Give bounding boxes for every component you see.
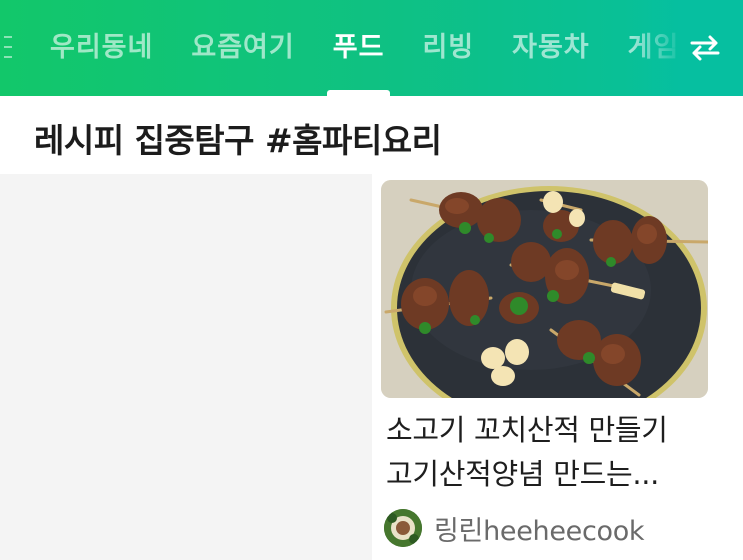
tab-neighborhood[interactable]: 우리동네 bbox=[50, 0, 153, 96]
partial-tab-edge bbox=[4, 36, 14, 58]
recipe-title-line1: 소고기 꼬치산적 만들기 bbox=[386, 413, 668, 447]
recipe-title[interactable]: 소고기 꼬치산적 만들기 고기산적양념 만드는... bbox=[386, 408, 726, 496]
tab-living[interactable]: 리빙 bbox=[422, 0, 474, 96]
tab-food[interactable]: 푸드 bbox=[326, 0, 391, 96]
tab-car[interactable]: 자동차 bbox=[512, 0, 590, 96]
swap-arrows-icon bbox=[690, 35, 720, 61]
recipe-title-line2: 고기산적양념 만드는... bbox=[386, 457, 660, 491]
section-title: 레시피 집중탐구 #홈파티요리 bbox=[34, 121, 442, 160]
beef-skewer-photo bbox=[381, 180, 708, 398]
tab-edit-button[interactable] bbox=[685, 28, 725, 68]
author-name: 링린heeheecook bbox=[434, 515, 645, 547]
author-info[interactable]: 링린heeheecook bbox=[384, 508, 645, 548]
tab-list: 우리동네 요즘여기 푸드 리빙 자동차 게임 bbox=[50, 0, 679, 96]
recipe-thumbnail[interactable] bbox=[381, 180, 708, 398]
category-tab-bar: 우리동네 요즘여기 푸드 리빙 자동차 게임 bbox=[0, 0, 743, 96]
section-header: 레시피 집중탐구 #홈파티요리 bbox=[0, 96, 743, 174]
tab-trending-places[interactable]: 요즘여기 bbox=[191, 0, 294, 96]
avatar bbox=[384, 509, 422, 547]
recipe-card[interactable]: 소고기 꼬치산적 만들기 고기산적양념 만드는... 링린heeheecook bbox=[372, 174, 743, 560]
